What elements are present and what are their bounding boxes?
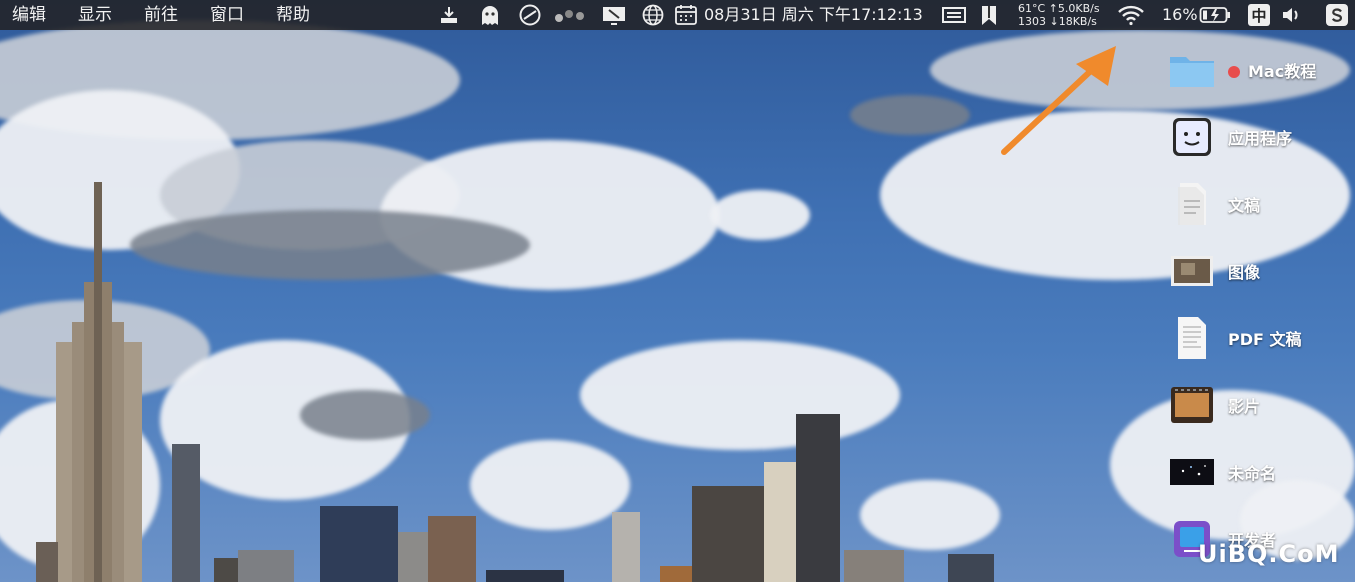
- menu-bar: 编辑 显示 前往 窗口 帮助 08月31日 周六 下午17:12:13 61°C…: [0, 0, 1355, 30]
- desktop-item-pdf-documents[interactable]: PDF 文稿: [1168, 313, 1355, 363]
- globe-icon[interactable]: [640, 3, 666, 27]
- image-icon: [1168, 248, 1216, 294]
- desktop-item-documents[interactable]: 文稿: [1168, 179, 1355, 229]
- label-text: Mac教程: [1248, 62, 1317, 81]
- status-area: 08月31日 周六 下午17:12:13 61°C ↑5.0KB/s 1303 …: [0, 0, 1355, 30]
- screen-icon[interactable]: [600, 3, 628, 27]
- system-stats[interactable]: 61°C ↑5.0KB/s 1303 ↓18KB/s: [1018, 2, 1100, 28]
- display-icon[interactable]: [940, 3, 968, 27]
- desktop-item-pictures[interactable]: 图像: [1168, 246, 1355, 296]
- untitled-icon: [1168, 449, 1216, 495]
- site-watermark: UiBQ.CoM: [1198, 540, 1340, 568]
- input-method-label: 中: [1251, 6, 1267, 25]
- desktop-item-label: Mac教程: [1228, 58, 1316, 82]
- input-method-indicator[interactable]: 中: [1248, 4, 1270, 26]
- folder-icon: [1168, 47, 1216, 93]
- desktop-item-label: PDF 文稿: [1228, 330, 1302, 349]
- ghost-icon[interactable]: [476, 3, 504, 27]
- documents-icon: [1168, 181, 1216, 227]
- datetime-text[interactable]: 08月31日 周六 下午17:12:13: [704, 0, 923, 30]
- bookmark-icon[interactable]: [978, 3, 1000, 27]
- volume-icon[interactable]: [1280, 3, 1304, 27]
- desktop-item-label: 未命名: [1228, 464, 1277, 483]
- desktop-wallpaper: [0, 0, 1355, 582]
- stats-line-1: 61°C ↑5.0KB/s: [1018, 2, 1100, 15]
- desktop-item-untitled[interactable]: 未命名: [1168, 447, 1355, 497]
- desktop-item-label: 图像: [1228, 263, 1261, 282]
- battery-charging-icon[interactable]: [1198, 3, 1232, 27]
- app-s-icon[interactable]: [1326, 4, 1348, 26]
- battery-percent[interactable]: 16%: [1162, 0, 1198, 30]
- download-icon[interactable]: [436, 3, 462, 27]
- desktop-item-label: 文稿: [1228, 196, 1261, 215]
- calendar-icon[interactable]: [673, 3, 699, 27]
- desktop-item-label: 应用程序: [1228, 129, 1293, 148]
- desktop-item-mac-tutorial[interactable]: Mac教程: [1168, 45, 1355, 95]
- finder-app-icon: [1168, 114, 1216, 160]
- desktop-item-movies[interactable]: 影片: [1168, 380, 1355, 430]
- movie-icon: [1168, 382, 1216, 428]
- red-tag-dot: [1228, 66, 1240, 78]
- stats-line-2: 1303 ↓18KB/s: [1018, 15, 1097, 28]
- desktop-item-label: 影片: [1228, 397, 1261, 416]
- compass-icon[interactable]: [516, 3, 544, 27]
- annotation-arrow: [1001, 46, 1116, 155]
- pdf-icon: [1168, 315, 1216, 361]
- desktop-item-applications[interactable]: 应用程序: [1168, 112, 1355, 162]
- wifi-icon[interactable]: [1116, 3, 1146, 27]
- dots-icon[interactable]: [552, 3, 588, 27]
